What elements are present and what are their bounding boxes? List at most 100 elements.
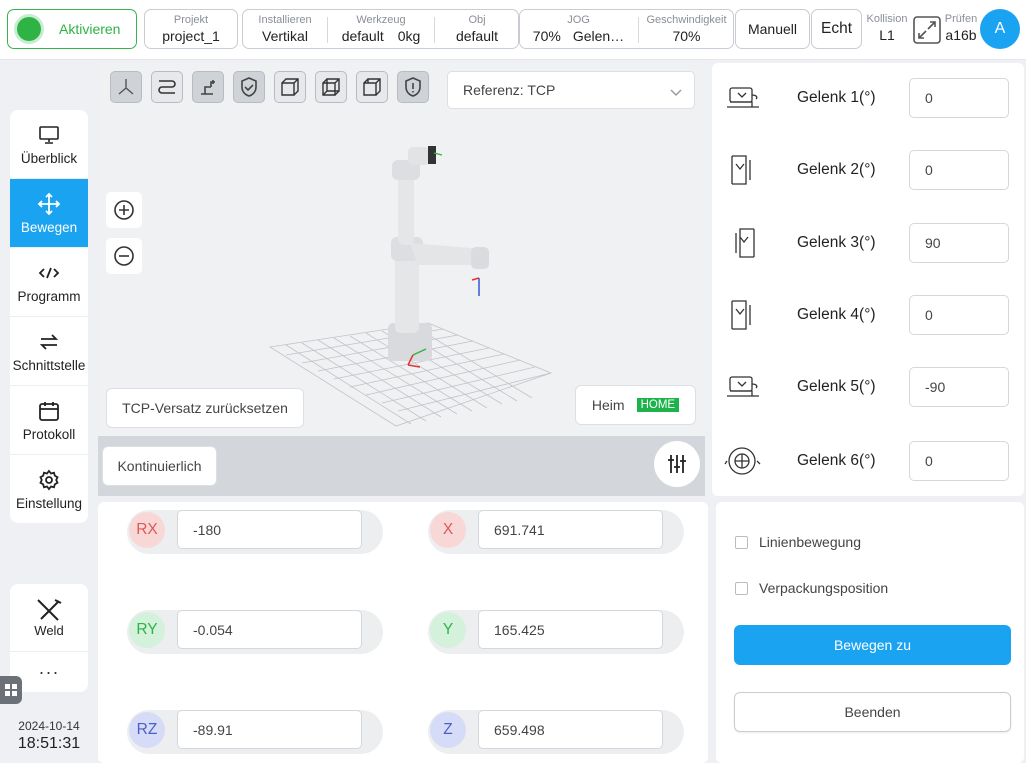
viewport-bottom-bar: Kontinuierlich (98, 436, 705, 496)
coord-x: X 691.741 (428, 510, 684, 554)
joint-row: Gelenk 5(°) -90 (712, 367, 1024, 407)
shield-view-icon[interactable] (233, 71, 265, 103)
cube-front-view-icon[interactable] (274, 71, 306, 103)
linear-motion-checkbox[interactable]: Linienbewegung (735, 534, 861, 550)
install-caption: Installieren (258, 14, 312, 26)
jog-selector[interactable]: JOG 70% Gelen… (520, 10, 637, 45)
joint-row: Gelenk 3(°) 90 (712, 223, 1024, 263)
zoom-in-button[interactable] (106, 192, 142, 228)
project-caption: Projekt (173, 14, 209, 26)
weld-label: Weld (34, 623, 64, 638)
joint-5-input[interactable]: -90 (909, 367, 1009, 407)
cube-top-view-icon[interactable] (356, 71, 388, 103)
checkbox-box[interactable] (735, 535, 748, 549)
check-status[interactable]: Prüfen a16b (940, 9, 982, 44)
gear-icon (38, 468, 60, 492)
joint-row: Gelenk 2(°) 0 (712, 150, 1024, 190)
nav-item-program[interactable]: Programm (10, 248, 88, 317)
reference-label: Referenz: TCP (463, 82, 556, 98)
weld-button[interactable]: Weld (10, 584, 88, 652)
robot-view-icon[interactable] (192, 71, 224, 103)
z-input[interactable]: 659.498 (478, 710, 663, 749)
path-view-icon[interactable] (151, 71, 183, 103)
collision-level[interactable]: Kollision L1 (864, 9, 910, 44)
speed-selector[interactable]: Geschwindigkeit 70% (639, 10, 734, 45)
tool-selector[interactable]: Werkzeug default 0kg (328, 10, 434, 45)
quit-button[interactable]: Beenden (734, 692, 1011, 732)
home-button[interactable]: Heim HOME (575, 385, 696, 425)
obj-value: default (455, 28, 499, 44)
x-input[interactable]: 691.741 (478, 510, 663, 549)
nav-item-log[interactable]: Protokoll (10, 386, 88, 455)
nav-label: Bewegen (20, 219, 78, 235)
rz-badge[interactable]: RZ (129, 712, 165, 748)
joint-4-input[interactable]: 0 (909, 295, 1009, 335)
linear-motion-label: Linienbewegung (759, 534, 861, 550)
minus-circle-icon (114, 246, 134, 266)
robot-3d-viewport[interactable]: Referenz: TCP TCP-Versatz zurücksetzen H… (98, 63, 705, 496)
plus-circle-icon (114, 200, 134, 220)
tool-name: default (341, 28, 384, 44)
view-axes-icon[interactable] (110, 71, 142, 103)
floating-grid-button[interactable] (0, 676, 22, 704)
checkbox-box[interactable] (735, 581, 748, 595)
coord-rx: RX -180 (127, 510, 383, 554)
sliders-icon (668, 455, 686, 473)
install-selector[interactable]: Installieren Vertikal (243, 10, 327, 45)
project-selector[interactable]: Projekt project_1 (144, 9, 238, 49)
manual-mode-button[interactable]: Manuell (735, 9, 810, 49)
rz-input[interactable]: -89.91 (177, 710, 362, 749)
y-badge[interactable]: Y (430, 612, 466, 648)
safety-warning-icon[interactable] (397, 71, 429, 103)
reference-select[interactable]: Referenz: TCP (447, 71, 695, 109)
joint-5-icon (727, 376, 759, 397)
joint-6-icon (724, 447, 761, 475)
joint-1-input[interactable]: 0 (909, 78, 1009, 118)
jog-settings-button[interactable] (654, 441, 700, 487)
activate-button[interactable]: Aktivieren (7, 9, 137, 49)
joint-label: Gelenk 5(°) (797, 378, 876, 395)
joint-3-input[interactable]: 90 (909, 223, 1009, 263)
continuous-mode-button[interactable]: Kontinuierlich (102, 446, 217, 486)
expand-icon[interactable] (912, 15, 942, 45)
zoom-out-button[interactable] (106, 238, 142, 274)
joint-6-input[interactable]: 0 (909, 441, 1009, 481)
avatar[interactable]: A (980, 9, 1020, 49)
coord-ry: RY -0.054 (127, 610, 383, 654)
nav-label: Protokoll (22, 426, 76, 442)
joint-2-input[interactable]: 0 (909, 150, 1009, 190)
move-to-button[interactable]: Bewegen zu (734, 625, 1011, 665)
nav-label: Programm (17, 288, 81, 304)
obj-selector[interactable]: Obj default (435, 10, 519, 45)
nav-label: Überblick (20, 150, 78, 166)
x-badge[interactable]: X (430, 512, 466, 548)
joint-1-icon (727, 87, 759, 108)
nav-item-interface[interactable]: Schnittstelle (10, 317, 88, 386)
robot-model-scene (268, 146, 553, 427)
real-mode-button[interactable]: Echt (811, 9, 862, 49)
joint-3-icon (735, 228, 755, 258)
cube-side-view-icon[interactable] (315, 71, 347, 103)
move-arrows-icon (37, 192, 61, 216)
nav-item-settings[interactable]: Einstellung (10, 455, 88, 523)
nav-item-move[interactable]: Bewegen (10, 179, 88, 248)
ry-badge[interactable]: RY (129, 612, 165, 648)
top-bar: Aktivieren Projekt project_1 Installiere… (0, 0, 1026, 60)
rx-badge[interactable]: RX (129, 512, 165, 548)
sidebar-extra: Weld ··· (10, 584, 88, 692)
ry-input[interactable]: -0.054 (177, 610, 362, 649)
obj-caption: Obj (468, 14, 486, 26)
y-input[interactable]: 165.425 (478, 610, 663, 649)
clock: 2024-10-14 18:51:31 (0, 719, 98, 753)
jog-caption: JOG (567, 14, 590, 26)
reset-tcp-offset-button[interactable]: TCP-Versatz zurücksetzen (106, 388, 304, 428)
swap-arrows-icon (38, 330, 60, 354)
clock-date: 2024-10-14 (18, 719, 80, 733)
nav-label: Einstellung (15, 496, 83, 511)
install-value: Vertikal (262, 28, 308, 44)
rx-input[interactable]: -180 (177, 510, 362, 549)
nav-item-overview[interactable]: Überblick (10, 110, 88, 179)
project-value: project_1 (162, 28, 220, 44)
z-badge[interactable]: Z (430, 712, 466, 748)
packing-position-checkbox[interactable]: Verpackungsposition (735, 580, 888, 596)
